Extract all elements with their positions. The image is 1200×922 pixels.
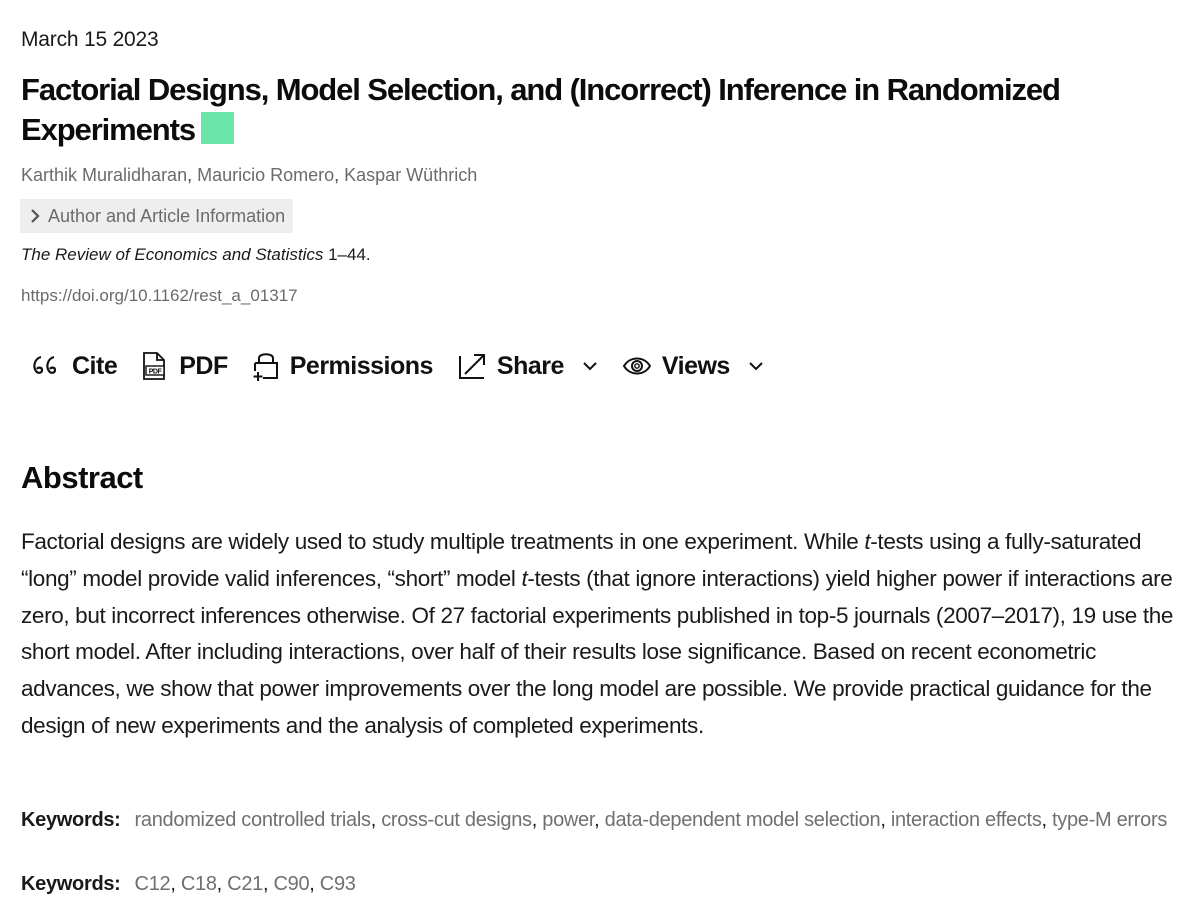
eye-icon <box>622 357 652 375</box>
author-link[interactable]: Kaspar Wüthrich <box>344 165 477 185</box>
keyword-link[interactable]: cross-cut designs <box>381 809 532 831</box>
permissions-button[interactable]: Permissions <box>252 350 433 382</box>
keyword-separator: , <box>216 873 228 895</box>
keywords-row: Keywords: randomized controlled trials, c… <box>21 804 1171 836</box>
open-access-icon <box>200 112 234 144</box>
keyword-separator: , <box>262 873 274 895</box>
abstract-segment: Factorial designs are widely used to stu… <box>21 529 865 554</box>
jel-code-link[interactable]: C90 <box>273 873 309 895</box>
jel-code-link[interactable]: C12 <box>135 873 171 895</box>
keyword-separator: , <box>880 809 891 831</box>
chevron-down-icon <box>583 362 597 371</box>
doi-link[interactable]: https://doi.org/10.1162/rest_a_01317 <box>21 286 298 306</box>
publication-date: March 15 2023 <box>21 28 159 51</box>
author-link[interactable]: Mauricio Romero <box>197 165 334 185</box>
quote-icon <box>33 355 57 374</box>
keyword-separator: , <box>1041 809 1053 831</box>
cite-button[interactable]: Cite <box>30 351 118 381</box>
lock-plus-icon <box>253 353 278 381</box>
author-list: Karthik Muralidharan, Mauricio Romero, K… <box>21 165 477 186</box>
views-label: Views <box>661 351 730 380</box>
keyword-link[interactable]: data-dependent model selection <box>605 809 881 831</box>
keyword-link[interactable]: type-M errors <box>1052 809 1167 831</box>
abstract-segment: -tests (that ignore interactions) yield … <box>21 565 1174 738</box>
keyword-separator: , <box>370 809 382 831</box>
pdf-file-icon: PDF <box>143 352 166 380</box>
keyword-separator: , <box>170 873 181 895</box>
jel-keywords-label: Keywords: <box>21 873 121 895</box>
author-article-info-label: Author and Article Information <box>48 205 286 226</box>
journal-citation: The Review of Economics and Statistics 1… <box>21 245 371 265</box>
abstract-heading: Abstract <box>21 460 143 495</box>
share-label: Share <box>496 351 564 380</box>
share-button[interactable]: Share <box>457 352 598 381</box>
article-toolbar: Cite PDF PDF Permissions Share Views <box>30 350 788 382</box>
abstract-text: Factorial designs are widely used to stu… <box>21 524 1186 745</box>
author-separator: , <box>187 165 198 185</box>
author-article-info-toggle[interactable]: Author and Article Information <box>20 199 294 233</box>
chevron-down-icon <box>749 362 763 371</box>
jel-code-link[interactable]: C93 <box>320 873 356 895</box>
permissions-label: Permissions <box>289 351 434 380</box>
journal-name: The Review of Economics and Statistics <box>21 245 324 264</box>
page-range: 1–44. <box>323 245 371 264</box>
pdf-label: PDF <box>179 351 228 380</box>
keyword-separator: , <box>594 809 605 831</box>
keyword-link[interactable]: power <box>542 809 594 831</box>
keyword-separator: , <box>531 809 543 831</box>
jel-codes-row: Keywords: C12, C18, C21, C90, C93 <box>21 868 1171 900</box>
article-title: Factorial Designs, Model Selection, and … <box>21 70 1121 150</box>
pdf-button[interactable]: PDF PDF <box>141 351 228 381</box>
author-separator: , <box>334 165 345 185</box>
jel-code-link[interactable]: C21 <box>227 873 263 895</box>
keywords-label: Keywords: <box>21 809 121 831</box>
svg-text:PDF: PDF <box>149 369 163 376</box>
jel-code-link[interactable]: C18 <box>181 873 217 895</box>
views-button[interactable]: Views <box>622 352 764 381</box>
keyword-link[interactable]: randomized controlled trials <box>135 809 371 831</box>
cite-label: Cite <box>72 351 118 380</box>
share-arrow-icon <box>458 354 485 379</box>
keyword-link[interactable]: interaction effects <box>891 809 1042 831</box>
chevron-right-icon <box>31 209 40 223</box>
author-link[interactable]: Karthik Muralidharan <box>21 165 187 185</box>
article-title-text: Factorial Designs, Model Selection, and … <box>21 72 1061 147</box>
keyword-separator: , <box>309 873 320 895</box>
